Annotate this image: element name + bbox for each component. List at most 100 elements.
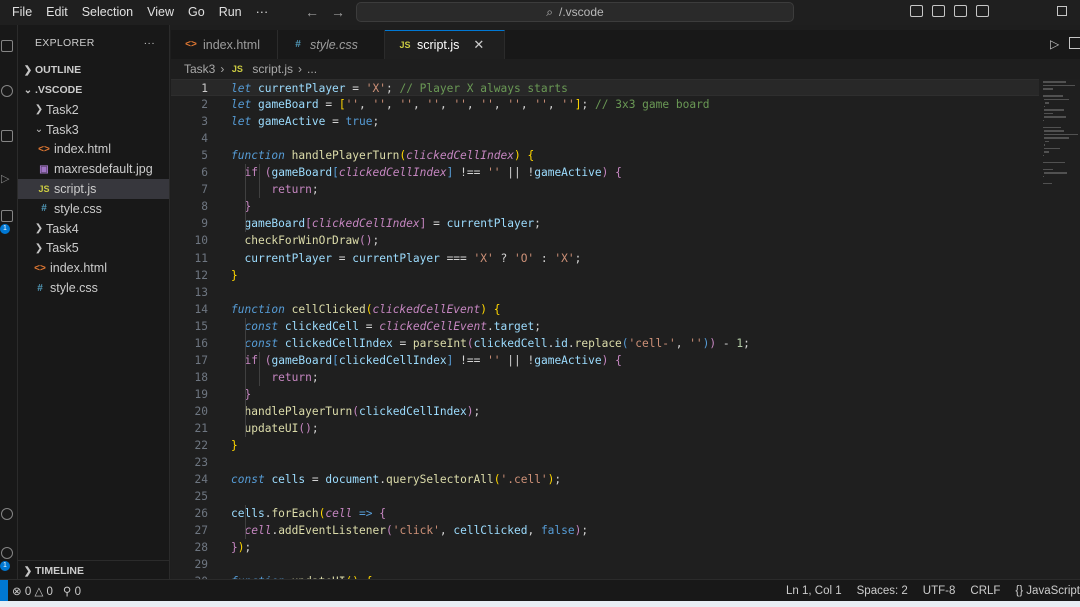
indent-guide	[245, 317, 246, 438]
taskbar-strip	[0, 601, 1080, 607]
minimap-line	[1045, 102, 1049, 104]
remote-indicator[interactable]	[0, 579, 8, 602]
menu-item-4[interactable]: Go	[181, 0, 212, 25]
minimap-line	[1045, 140, 1049, 142]
menu-item-3[interactable]: View	[140, 0, 181, 25]
line-number: 23	[194, 456, 208, 470]
language-mode[interactable]: {} JavaScript	[1015, 585, 1080, 597]
extensions-icon[interactable]	[1, 210, 13, 222]
code-line: 3 let gameActive = true;	[171, 113, 1039, 130]
code-line: 16 const clickedCellIndex = parseInt(cli…	[171, 335, 1039, 352]
command-center-search[interactable]: ⌕ /.vscode	[356, 2, 794, 22]
toggle-panel-icon[interactable]	[932, 5, 945, 17]
code-line: 9 gameBoard[clickedCellIndex] = currentP…	[171, 215, 1039, 232]
code-line: 22}	[171, 437, 1039, 454]
chevron-down-icon: ⌄	[23, 84, 33, 96]
toggle-primary-sidebar-icon[interactable]	[910, 5, 923, 17]
tree-item[interactable]: ⌄ Task3	[18, 120, 169, 140]
encoding[interactable]: UTF-8	[923, 585, 956, 597]
manage-gear-icon[interactable]	[1, 547, 13, 559]
breadcrumb-more[interactable]: ...	[307, 62, 317, 76]
menu-item-1[interactable]: Edit	[39, 0, 75, 25]
tree-item[interactable]: JS script.js	[18, 179, 169, 199]
code-line: 5 function handlePlayerTurn(clickedCellIn…	[171, 147, 1039, 164]
more-actions-icon[interactable]: ···	[144, 37, 155, 49]
explorer-icon[interactable]	[1, 40, 13, 52]
line-number: 27	[194, 524, 208, 538]
search-activity-icon[interactable]	[1, 85, 13, 97]
tree-item[interactable]: <> index.html	[18, 258, 169, 278]
menu-item-5[interactable]: Run	[212, 0, 249, 25]
toggle-secondary-sidebar-icon[interactable]	[954, 5, 967, 17]
tab-label: style.css	[310, 37, 358, 52]
code-text: let currentPlayer = 'X'; // Player X alw…	[231, 82, 568, 95]
menu-item-6[interactable]: ···	[249, 0, 276, 25]
tree-item[interactable]: # style.css	[18, 199, 169, 219]
file-tree: ❯ Task2 ⌄ Task3 <> index.html ▣ maxresdefault.j…	[18, 100, 169, 298]
line-number: 5	[201, 149, 208, 163]
tree-item-label: script.js	[54, 182, 97, 197]
code-text: gameBoard[clickedCellIndex] = currentPla…	[244, 217, 541, 231]
error-icon: ⊗	[12, 585, 22, 598]
code-line: 20 handlePlayerTurn(clickedCellIndex);	[171, 403, 1039, 420]
back-arrow-icon[interactable]: ←	[305, 4, 319, 20]
split-editor-icon[interactable]	[1069, 37, 1080, 49]
timeline-section[interactable]: ❯ TIMELINE	[18, 560, 170, 580]
tree-item[interactable]: ❯ Task2	[18, 100, 169, 120]
line-number: 6	[201, 166, 208, 180]
source-control-icon[interactable]	[1, 130, 13, 142]
tree-item[interactable]: <> index.html	[18, 140, 169, 160]
line-number: 19	[194, 387, 208, 401]
code-line: 28});	[171, 539, 1039, 556]
tree-item[interactable]: ❯ Task5	[18, 239, 169, 259]
tree-item[interactable]: # style.css	[18, 278, 169, 298]
minimap-line	[1043, 81, 1066, 83]
code-line: 11 currentPlayer = currentPlayer === 'X'…	[171, 250, 1039, 267]
account-icon[interactable]	[1, 508, 13, 520]
minimap-line	[1043, 147, 1060, 149]
minimap[interactable]	[1039, 79, 1080, 579]
outline-section[interactable]: ❯ OUTLINE	[18, 60, 169, 80]
cursor-position[interactable]: Ln 1, Col 1	[786, 585, 842, 597]
line-ending[interactable]: CRLF	[970, 585, 1000, 597]
ports-indicator[interactable]: ⚲ 0	[63, 584, 81, 598]
line-number: 29	[194, 558, 208, 572]
breadcrumb-folder[interactable]: Task3	[184, 62, 215, 76]
tree-item-label: index.html	[50, 261, 107, 276]
indentation[interactable]: Spaces: 2	[857, 585, 908, 597]
line-number: 21	[194, 422, 208, 435]
tree-item-label: style.css	[54, 201, 102, 216]
tree-item[interactable]: ▣ maxresdefault.jpg	[18, 159, 169, 179]
code-text: });	[231, 541, 252, 555]
customize-layout-icon[interactable]	[976, 5, 989, 17]
code-text: let gameBoard = ['', '', '', '', '', '',…	[231, 98, 710, 112]
tree-item-label: index.html	[54, 142, 111, 157]
line-number: 14	[194, 302, 208, 316]
run-debug-icon[interactable]: ▷	[1, 172, 13, 185]
window-restore-icon[interactable]	[1057, 6, 1067, 16]
tree-item-label: Task5	[46, 241, 79, 256]
breadcrumb-file[interactable]: script.js	[252, 62, 293, 76]
tree-item[interactable]: ❯ Task4	[18, 219, 169, 239]
indent-guide	[245, 164, 246, 233]
run-code-icon[interactable]: ▷	[1050, 37, 1059, 51]
explorer-title: EXPLORER	[35, 36, 95, 49]
line-number: 7	[201, 183, 208, 197]
tab-html[interactable]: <> index.html	[171, 30, 278, 59]
chevron-right-icon: ›	[298, 62, 303, 76]
menu-item-0[interactable]: File	[5, 0, 39, 25]
menu-item-2[interactable]: Selection	[75, 0, 140, 25]
tab-js[interactable]: JS script.js ✕	[385, 30, 505, 59]
js-file-icon: JS	[231, 64, 243, 74]
close-icon[interactable]: ✕	[473, 37, 484, 53]
forward-arrow-icon[interactable]: →	[331, 4, 345, 20]
tab-css[interactable]: # style.css	[278, 30, 385, 59]
code-line: 6 if (gameBoard[clickedCellIndex] !== ''…	[171, 164, 1039, 181]
explorer-sidebar: EXPLORER ··· ❯ OUTLINE ⌄ .VSCODE ❯ Task2 ⌄…	[18, 25, 170, 579]
minimap-line	[1043, 116, 1067, 118]
code-line: 24 const cells = document.querySelectorAl…	[171, 471, 1039, 488]
code-editor[interactable]: 1 let currentPlayer = 'X'; // Player X al…	[171, 79, 1039, 579]
root-folder-section[interactable]: ⌄ .VSCODE	[18, 80, 169, 100]
layout-controls	[910, 5, 989, 17]
problems-indicator[interactable]: ⊗ 0 △ 0	[12, 584, 53, 598]
